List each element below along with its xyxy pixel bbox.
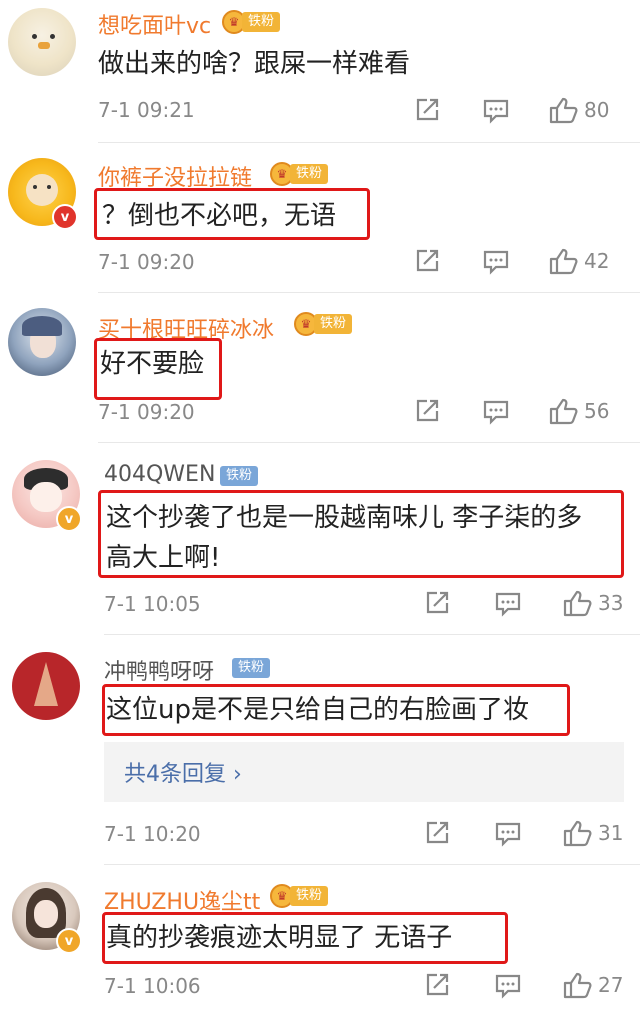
like-count: 31: [598, 821, 624, 845]
fan-badge: ♛ 铁粉: [222, 10, 281, 34]
share-icon: [416, 249, 439, 272]
timestamp: 7-1 10:20: [104, 822, 201, 846]
like-icon: [549, 97, 578, 124]
highlight-box: [102, 912, 508, 964]
share-button[interactable]: [424, 820, 450, 846]
share-button[interactable]: [414, 398, 440, 424]
share-button[interactable]: [424, 590, 450, 616]
comment-button[interactable]: [482, 249, 510, 275]
like-icon: [563, 590, 592, 617]
verified-icon: v: [52, 204, 78, 230]
comment-icon: [495, 592, 521, 617]
fan-badge: ♛ 铁粉: [270, 884, 329, 908]
divider: [98, 292, 640, 293]
like-button[interactable]: 80: [548, 96, 609, 124]
comment-button[interactable]: [482, 399, 510, 425]
like-count: 42: [584, 249, 610, 273]
avatar[interactable]: [8, 308, 76, 376]
like-icon: [563, 820, 592, 847]
comment-icon: [483, 400, 509, 425]
share-icon: [426, 821, 449, 844]
highlight-box: [94, 188, 370, 240]
share-icon: [426, 591, 449, 614]
replies-label: 共4条回复 ›: [124, 762, 242, 787]
like-count: 80: [584, 98, 610, 122]
comment-icon: [483, 99, 509, 124]
like-count: 33: [598, 591, 624, 615]
like-button[interactable]: 56: [548, 397, 609, 425]
timestamp: 7-1 10:05: [104, 592, 201, 616]
comment-icon: [495, 822, 521, 847]
timestamp: 7-1 10:06: [104, 974, 201, 998]
share-icon: [416, 399, 439, 422]
timestamp: 7-1 09:21: [98, 98, 195, 122]
username[interactable]: 想吃面叶vc: [98, 8, 211, 40]
username[interactable]: 404QWEN: [104, 462, 215, 487]
share-icon: [426, 973, 449, 996]
fan-badge: 铁粉: [220, 464, 259, 488]
username[interactable]: 冲鸭鸭呀呀: [104, 654, 214, 686]
fan-badge: ♛ 铁粉: [270, 162, 329, 186]
highlight-box: [102, 684, 570, 736]
comment-button[interactable]: [494, 591, 522, 617]
view-replies-link[interactable]: 共4条回复 ›: [104, 742, 624, 802]
highlight-box: [98, 490, 624, 578]
verified-icon: v: [56, 506, 82, 532]
like-button[interactable]: 42: [548, 247, 609, 275]
timestamp: 7-1 09:20: [98, 400, 195, 424]
divider: [98, 142, 640, 143]
divider: [104, 634, 640, 635]
like-icon: [549, 248, 578, 275]
like-button[interactable]: 33: [562, 589, 623, 617]
like-button[interactable]: 31: [562, 819, 623, 847]
share-button[interactable]: [424, 972, 450, 998]
like-count: 27: [598, 973, 624, 997]
like-icon: [563, 972, 592, 999]
fan-badge: 铁粉: [232, 656, 271, 680]
comment-button[interactable]: [494, 973, 522, 999]
like-button[interactable]: 27: [562, 971, 623, 999]
verified-icon: v: [56, 928, 82, 954]
like-count: 56: [584, 399, 610, 423]
chevron-right-icon: ›: [233, 762, 242, 787]
highlight-box: [94, 338, 222, 400]
divider: [104, 864, 640, 865]
comment-button[interactable]: [482, 98, 510, 124]
share-icon: [416, 98, 439, 121]
comment-icon: [495, 974, 521, 999]
timestamp: 7-1 09:20: [98, 250, 195, 274]
comment-button[interactable]: [494, 821, 522, 847]
share-button[interactable]: [414, 248, 440, 274]
comment-text: 做出来的啥？跟屎一样难看: [98, 49, 411, 79]
divider: [98, 442, 640, 443]
avatar[interactable]: [12, 652, 80, 720]
fan-badge: ♛ 铁粉: [294, 312, 353, 336]
comment-icon: [483, 250, 509, 275]
share-button[interactable]: [414, 97, 440, 123]
like-icon: [549, 398, 578, 425]
avatar[interactable]: [8, 8, 76, 76]
